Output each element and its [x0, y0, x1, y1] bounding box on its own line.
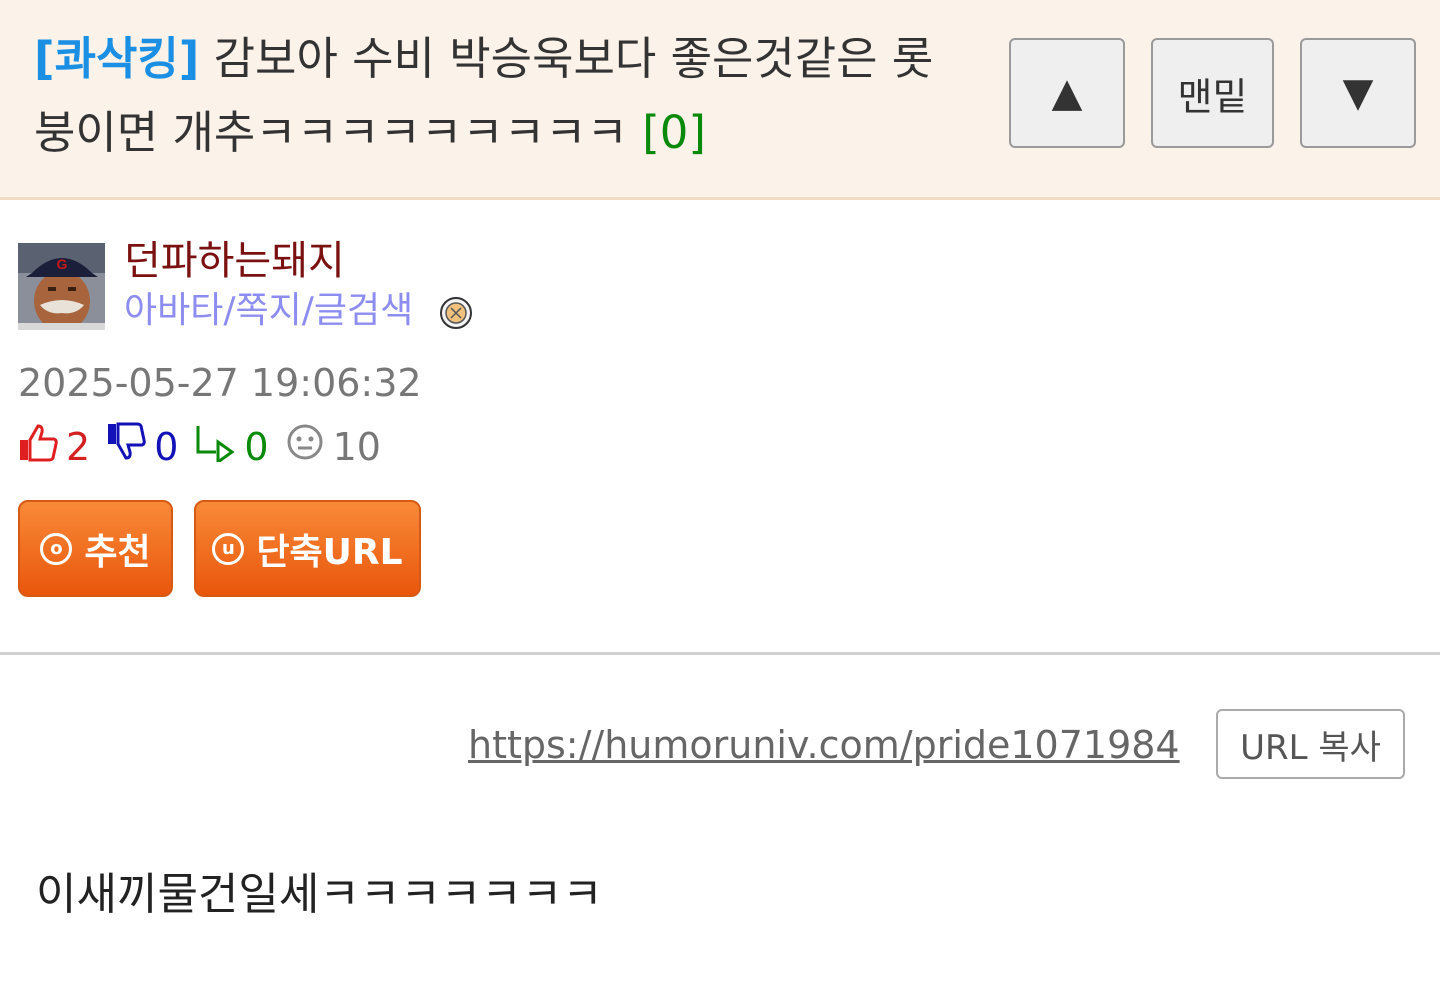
scroll-bottom-button[interactable]: 맨밑: [1151, 38, 1274, 148]
post-category[interactable]: [콰삭킹]: [34, 32, 199, 85]
scroll-up-button[interactable]: ▲: [1009, 38, 1125, 148]
short-url-icon: u: [212, 532, 245, 565]
view-face-icon: [285, 422, 325, 472]
thumbs-up-icon: [18, 422, 58, 472]
post-url-link[interactable]: https://humoruniv.com/pride1071984: [468, 721, 1180, 769]
recommend-label: 추천: [84, 531, 151, 573]
comment-count[interactable]: [0]: [642, 106, 706, 159]
short-url-button[interactable]: u 단축URL: [194, 500, 421, 597]
svg-text:G: G: [57, 256, 68, 272]
downvote-count: 0: [154, 425, 179, 469]
author-links[interactable]: 아바타/쪽지/글검색: [124, 288, 413, 334]
scroll-down-button[interactable]: ▼: [1300, 38, 1416, 148]
down-arrow-icon: ▼: [1342, 70, 1374, 116]
level-badge-icon: [439, 296, 473, 330]
post-header: [콰삭킹] 감보아 수비 박승욱보다 좋은것같은 롯붕이면 개추ㅋㅋㅋㅋㅋㅋㅋㅋ…: [0, 0, 1440, 200]
post-content: 이새끼물건일세ㅋㅋㅋㅋㅋㅋㅋ: [36, 869, 603, 920]
post-date: 2025-05-27 19:06:32: [18, 361, 422, 405]
reply-arrow-icon: [194, 422, 236, 472]
post-title: [콰삭킹] 감보아 수비 박승욱보다 좋은것같은 롯붕이면 개추ㅋㅋㅋㅋㅋㅋㅋㅋ…: [34, 22, 934, 170]
up-arrow-icon: ▲: [1051, 70, 1083, 116]
recommend-button[interactable]: o 추천: [18, 500, 173, 597]
avatar[interactable]: G: [18, 243, 105, 330]
short-url-label: 단축URL: [256, 531, 403, 573]
upvote-count: 2: [66, 425, 91, 469]
copy-url-button[interactable]: URL 복사: [1216, 709, 1405, 779]
post-stats: 2 0 0 10: [18, 422, 397, 472]
reply-count: 0: [244, 425, 269, 469]
author-nickname[interactable]: 던파하는돼지: [124, 236, 345, 286]
bottom-label: 맨밑: [1177, 74, 1248, 119]
view-count: 10: [332, 425, 381, 469]
thumbs-down-icon: [106, 422, 146, 472]
recommend-icon: o: [40, 532, 73, 565]
divider: [0, 652, 1440, 655]
